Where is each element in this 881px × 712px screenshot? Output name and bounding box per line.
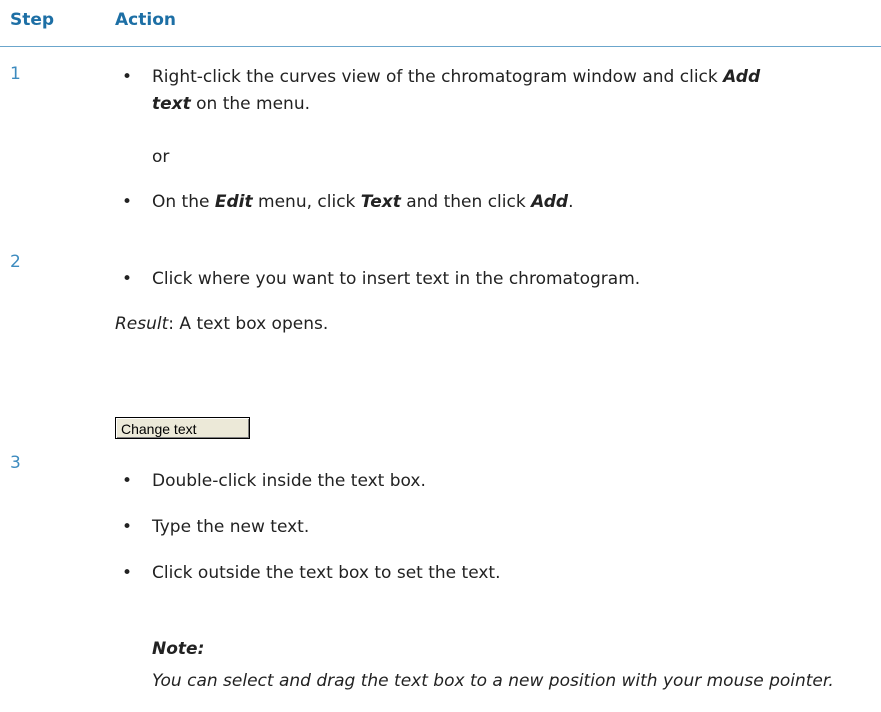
note-text: You can select and drag the text box to … xyxy=(152,671,834,691)
change-text-button[interactable]: Change text xyxy=(115,417,250,439)
step-number: 1 xyxy=(10,64,21,84)
instruction-text: menu, click xyxy=(252,192,361,212)
header-divider xyxy=(0,46,881,47)
step-number: 2 xyxy=(10,252,21,272)
column-header-step: Step xyxy=(10,10,55,30)
menu-command: Text xyxy=(360,192,401,212)
note-heading: Note: xyxy=(152,639,205,659)
or-text: or xyxy=(152,147,170,167)
menu-command: Add xyxy=(531,192,569,212)
list-item: Double-click inside the text box. xyxy=(122,468,802,495)
result-label: Result xyxy=(115,314,169,334)
result-line: Result: A text box opens. xyxy=(115,311,328,338)
instruction-text: and then click xyxy=(400,192,532,212)
instruction-text: Right-click the curves view of the chrom… xyxy=(152,67,724,87)
list-item: Right-click the curves view of the chrom… xyxy=(122,64,802,118)
list-item: Click where you want to insert text in t… xyxy=(122,266,802,293)
instruction-text: On the xyxy=(152,192,215,212)
instruction-text: . xyxy=(568,192,574,212)
column-header-action: Action xyxy=(115,10,176,30)
list-item: Type the new text. xyxy=(122,514,802,541)
result-text: : A text box opens. xyxy=(168,314,329,334)
list-item: On the Edit menu, click Text and then cl… xyxy=(122,189,802,216)
instruction-text: on the menu. xyxy=(190,94,311,114)
step-number: 3 xyxy=(10,453,21,473)
menu-command: Edit xyxy=(214,192,253,212)
list-item: Click outside the text box to set the te… xyxy=(122,560,802,587)
